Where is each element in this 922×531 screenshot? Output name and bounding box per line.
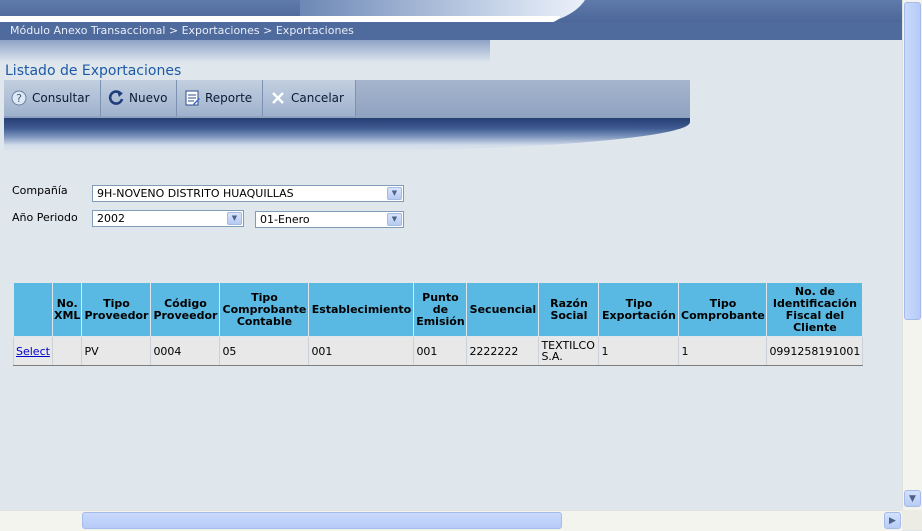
horizontal-scroll-thumb[interactable] [82,512,562,529]
table-cell: 05 [219,336,310,366]
column-header [13,282,53,337]
select-link[interactable]: Select [16,345,50,358]
table-row: Select PV 0004 05 001 001 2222222 TEXTIL… [13,336,864,366]
chevron-down-icon[interactable]: ▼ [227,212,242,225]
scrollbar-corner [902,510,922,530]
refresh-icon [107,89,125,107]
table-header-row: No. XML Tipo Proveedor Código Proveedor … [13,282,864,337]
month-value: 01-Enero [260,213,310,226]
toolbar-decoration [4,118,690,152]
reporte-button[interactable]: Reporte [177,80,263,116]
table-cell: TEXTILCO S.A. [538,336,600,366]
reporte-label: Reporte [205,91,253,105]
column-header: Tipo Proveedor [81,282,152,337]
vertical-scrollbar[interactable]: ▼ [902,0,922,510]
vertical-scroll-thumb[interactable] [904,2,921,320]
column-header: No. XML [51,282,83,337]
column-header: Tipo Exportación [598,282,680,337]
chevron-down-icon[interactable]: ▼ [387,187,402,200]
consultar-label: Consultar [32,91,90,105]
month-select[interactable]: 01-Enero ▼ [255,211,404,228]
scroll-down-icon[interactable]: ▼ [904,490,921,507]
scroll-right-icon[interactable]: ▶ [884,512,901,529]
company-value: 9H-NOVENO DISTRITO HUAQUILLAS [97,187,294,200]
page-title: Listado de Exportaciones [5,63,182,79]
year-value: 2002 [97,212,125,225]
company-label: Compañía [12,184,68,197]
exports-table: No. XML Tipo Proveedor Código Proveedor … [13,282,864,366]
toolbar: ? Consultar Nuevo Reporte Cancelar [4,80,690,118]
consultar-button[interactable]: ? Consultar [4,80,101,116]
table-cell: 001 [308,336,415,366]
table-cell: PV [81,336,152,366]
table-cell: 001 [413,336,468,366]
chevron-down-icon[interactable]: ▼ [387,213,402,226]
top-banner [0,0,902,24]
table-cell: 1 [598,336,680,366]
column-header: Punto de Emisión [413,282,468,337]
period-label: Año Periodo [12,211,78,224]
column-header: No. de Identificación Fiscal del Cliente [766,282,864,337]
column-header: Tipo Comprobante [678,282,768,337]
report-icon [183,89,201,107]
column-header: Código Proveedor [150,282,221,337]
column-header: Razón Social [538,282,600,337]
table-cell: 0004 [150,336,221,366]
column-header: Secuencial [466,282,540,337]
company-select[interactable]: 9H-NOVENO DISTRITO HUAQUILLAS ▼ [92,185,404,202]
cancelar-button[interactable]: Cancelar [263,80,356,116]
help-icon: ? [10,89,28,107]
year-select[interactable]: 2002 ▼ [92,210,244,227]
table-cell: 2222222 [466,336,540,366]
breadcrumb: Módulo Anexo Transaccional > Exportacion… [10,24,354,37]
table-cell: 0991258191001 [766,336,864,366]
cancelar-label: Cancelar [291,91,344,105]
column-header: Tipo Comprobante Contable [219,282,310,337]
svg-text:?: ? [16,92,22,105]
table-cell: 1 [678,336,768,366]
table-cell [51,336,83,366]
nuevo-button[interactable]: Nuevo [101,80,177,116]
horizontal-scrollbar[interactable]: ▶ [0,510,902,531]
breadcrumb-curve [0,40,700,62]
close-icon [269,89,287,107]
select-cell: Select [13,336,53,366]
column-header: Establecimiento [308,282,415,337]
page: Módulo Anexo Transaccional > Exportacion… [0,0,902,510]
nuevo-label: Nuevo [129,91,168,105]
